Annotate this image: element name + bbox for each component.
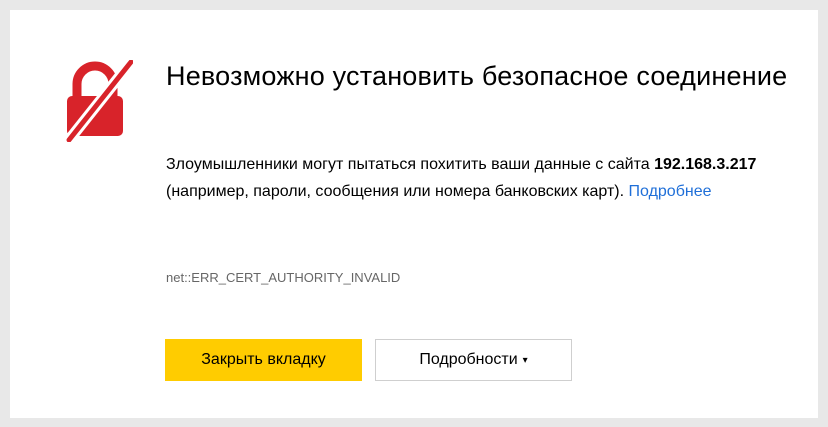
host-address: 192.168.3.217 (654, 156, 757, 173)
learn-more-link[interactable]: Подробнее (629, 183, 712, 200)
error-card: Невозможно установить безопасное соедине… (10, 10, 818, 418)
description-text: Злоумышленники могут пытаться похитить в… (166, 156, 655, 173)
error-description: Злоумышленники могут пытаться похитить в… (166, 151, 786, 205)
error-code: net::ERR_CERT_AUTHORITY_INVALID (166, 270, 401, 285)
close-tab-button[interactable]: Закрыть вкладку (165, 339, 362, 381)
description-text-continued: (например, пароли, сообщения или номера … (166, 183, 629, 200)
insecure-lock-icon (64, 60, 133, 142)
chevron-down-icon: ▾ (522, 354, 528, 366)
details-button[interactable]: Подробности ▾ (375, 339, 572, 381)
details-label: Подробности (419, 351, 518, 368)
close-tab-label: Закрыть вкладку (201, 351, 326, 368)
page-title: Невозможно установить безопасное соедине… (166, 61, 788, 91)
